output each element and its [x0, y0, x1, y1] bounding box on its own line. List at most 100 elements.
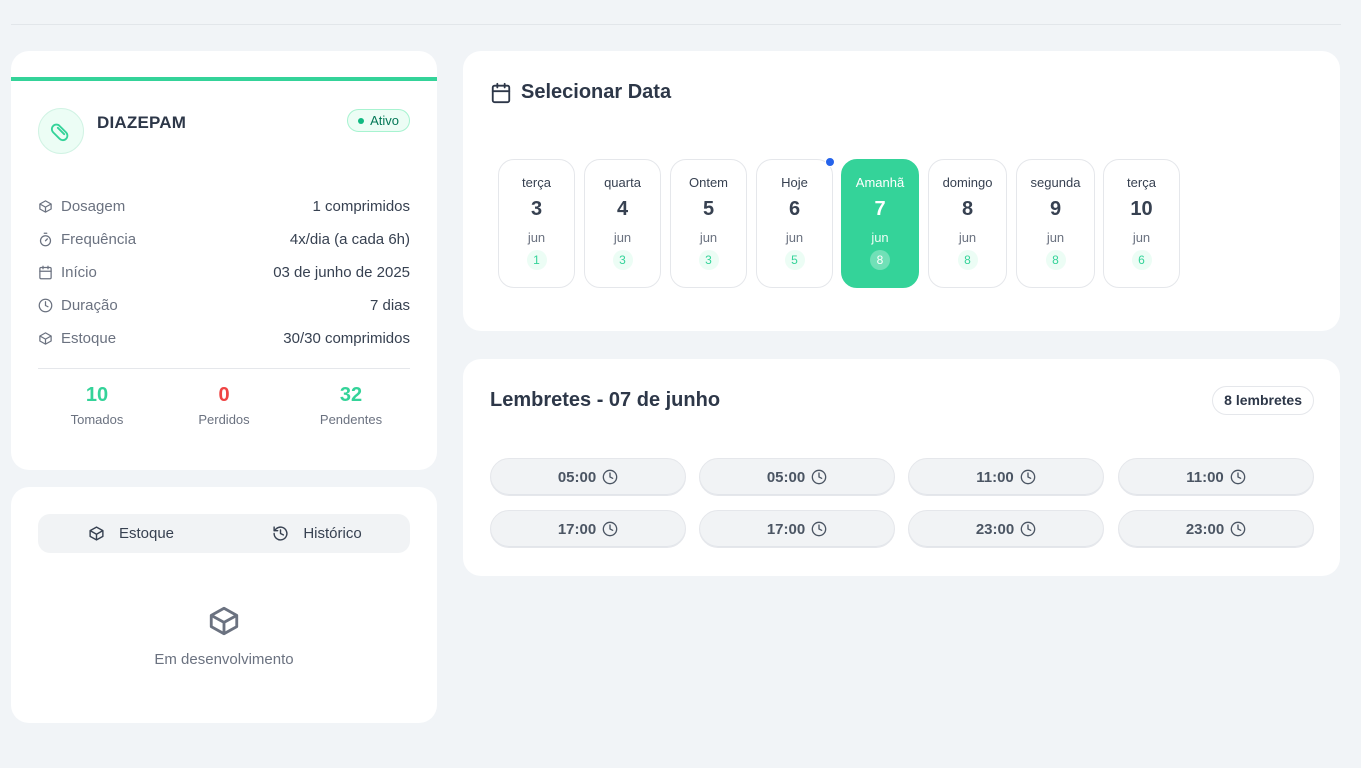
timer-icon	[39, 232, 52, 246]
detail-label: Frequência	[61, 230, 137, 248]
day-name: terça	[522, 175, 551, 190]
date-title-text: Selecionar Data	[521, 81, 672, 103]
reminder-time: 11:00	[976, 468, 1014, 486]
day-number: 8	[961, 198, 974, 220]
day-button[interactable]: segunda 9 jun 8	[1016, 159, 1095, 288]
reminders-card: Lembretes - 07 de junho 8 lembretes 05:0…	[463, 359, 1340, 576]
status-dot-icon	[358, 117, 365, 124]
day-reminder-count: 1	[526, 250, 547, 270]
card-accent-bar	[11, 77, 437, 81]
today-indicator-icon	[825, 157, 835, 167]
reminder-time-chip[interactable]: 23:00	[1118, 510, 1314, 548]
box-icon	[39, 331, 52, 345]
header-divider	[11, 24, 1341, 25]
reminder-time-chip[interactable]: 23:00	[908, 510, 1104, 548]
reminder-time-chip[interactable]: 11:00	[908, 458, 1104, 496]
calendar-icon	[39, 265, 52, 279]
tab-historico[interactable]: Histórico	[224, 514, 410, 553]
day-name: domingo	[942, 175, 993, 190]
day-button[interactable]: domingo 8 jun 8	[928, 159, 1007, 288]
day-reminder-count: 8	[870, 250, 890, 270]
stock-tabs: Estoque Histórico	[38, 514, 410, 553]
reminder-time: 23:00	[975, 520, 1015, 538]
day-number: 5	[702, 198, 715, 220]
stat-value: 0	[218, 384, 230, 406]
day-name: Amanhã	[855, 175, 905, 190]
date-selector-card: Selecionar Data terça 3 jun 1 quarta 4 j…	[463, 51, 1340, 331]
day-month: jun	[1046, 230, 1065, 245]
clock-icon	[1020, 521, 1036, 537]
day-name: Ontem	[688, 175, 728, 190]
day-name: quarta	[604, 175, 641, 190]
day-button-today[interactable]: Hoje 6 jun 5	[756, 157, 835, 288]
medication-card: DIAZEPAM Ativo Dosagem 1 comprimidos Fre…	[11, 51, 437, 470]
day-button[interactable]: quarta 4 jun 3	[584, 159, 661, 288]
reminder-time: 17:00	[557, 520, 597, 538]
reminder-time: 17:00	[766, 520, 806, 538]
clock-icon	[38, 298, 53, 312]
dev-placeholder: Em desenvolvimento	[11, 604, 437, 668]
day-button[interactable]: Ontem 5 jun 3	[670, 159, 747, 288]
stat-perdidos: 0 Perdidos	[164, 384, 284, 427]
reminders-count-badge: 8 lembretes	[1212, 386, 1314, 415]
detail-row-inicio: Início 03 de junho de 2025	[38, 261, 410, 283]
day-number: 6	[788, 198, 801, 220]
reminder-time-chip[interactable]: 05:00	[699, 458, 895, 496]
stats-divider	[38, 368, 410, 369]
stat-label: Pendentes	[319, 412, 383, 427]
reminder-time: 23:00	[1185, 520, 1225, 538]
detail-value: 4x/dia (a cada 6h)	[289, 230, 410, 248]
clock-icon	[1230, 469, 1246, 485]
detail-label: Duração	[61, 296, 118, 314]
box-icon	[89, 526, 104, 541]
reminder-time: 05:00	[557, 468, 597, 486]
detail-row-estoque: Estoque 30/30 comprimidos	[38, 327, 410, 349]
reminder-time: 11:00	[1186, 468, 1224, 486]
calendar-icon	[491, 82, 511, 103]
detail-row-frequencia: Frequência 4x/dia (a cada 6h)	[38, 228, 410, 250]
day-name: terça	[1127, 175, 1156, 190]
reminder-time: 05:00	[766, 468, 806, 486]
pill-icon	[38, 108, 84, 154]
day-button[interactable]: terça 10 jun 6	[1103, 159, 1180, 288]
tab-label: Histórico	[303, 525, 362, 542]
stat-label: Perdidos	[198, 412, 250, 427]
clock-icon	[602, 521, 618, 537]
day-month: jun	[871, 230, 889, 245]
day-button-selected[interactable]: Amanhã 7 jun 8	[841, 159, 919, 288]
tab-estoque[interactable]: Estoque	[38, 514, 224, 553]
detail-label: Dosagem	[61, 197, 126, 215]
history-icon	[273, 526, 288, 541]
detail-row-dosagem: Dosagem 1 comprimidos	[38, 195, 410, 217]
stat-pendentes: 32 Pendentes	[291, 384, 411, 427]
day-reminder-count: 8	[957, 250, 978, 270]
day-button[interactable]: terça 3 jun 1	[498, 159, 575, 288]
medication-name: DIAZEPAM	[97, 113, 187, 132]
detail-value: 03 de junho de 2025	[273, 263, 410, 281]
day-number: 3	[530, 198, 543, 220]
day-number: 9	[1049, 198, 1062, 220]
day-month: jun	[958, 230, 977, 245]
detail-value: 1 comprimidos	[312, 197, 410, 215]
clock-icon	[602, 469, 618, 485]
reminder-time-chip[interactable]: 17:00	[699, 510, 895, 548]
stat-label: Tomados	[70, 412, 124, 427]
clock-icon	[811, 469, 827, 485]
day-reminder-count: 3	[612, 250, 633, 270]
detail-label: Estoque	[61, 329, 117, 347]
day-name: segunda	[1030, 175, 1081, 190]
status-badge: Ativo	[347, 109, 410, 132]
tab-label: Estoque	[118, 525, 175, 542]
day-month: jun	[1132, 230, 1151, 245]
day-number: 7	[874, 198, 886, 220]
day-number: 4	[616, 198, 629, 220]
reminder-time-chip[interactable]: 05:00	[490, 458, 686, 496]
day-month: jun	[699, 230, 718, 245]
reminder-time-chip[interactable]: 11:00	[1118, 458, 1314, 496]
reminder-time-chip[interactable]: 17:00	[490, 510, 686, 548]
day-reminder-count: 8	[1045, 250, 1066, 270]
stat-value: 32	[339, 384, 363, 406]
clock-icon	[811, 521, 827, 537]
day-name: Hoje	[781, 175, 808, 190]
detail-row-duracao: Duração 7 dias	[38, 294, 410, 316]
